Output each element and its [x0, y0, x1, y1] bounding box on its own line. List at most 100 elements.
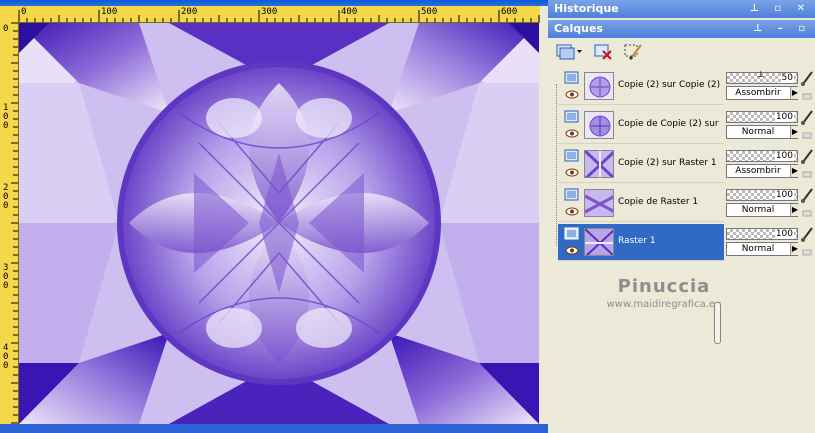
layer-row[interactable]: Copie (2) sur Copie (2) [558, 68, 724, 105]
blend-mode-select[interactable]: Normal [726, 125, 798, 139]
eye-visibility-icon[interactable] [565, 129, 579, 138]
ruler-label: 600 [501, 7, 518, 17]
layer-properties-row: 100 Normal ▶ [726, 185, 815, 223]
lock-icon[interactable] [802, 129, 812, 139]
layer-thumbnail [584, 111, 614, 139]
dropdown-arrow-icon[interactable]: ▶ [790, 126, 799, 138]
layer-name: Copie de Copie (2) sur [618, 119, 719, 129]
blend-mode-select[interactable]: Normal [726, 203, 798, 217]
opacity-slider[interactable]: 100 [726, 228, 798, 240]
layer-type-icon [564, 71, 579, 84]
opacity-value: 100 [774, 151, 794, 161]
eye-visibility-icon[interactable] [565, 168, 579, 177]
layer-properties-row: 100 Normal ▶ [726, 107, 815, 145]
ruler-label: 500 [421, 7, 438, 17]
dropdown-arrow-icon[interactable]: ▶ [790, 165, 799, 177]
opacity-value: 100 [774, 112, 794, 122]
vertical-ruler: 0 1 0 0 2 0 0 3 0 0 4 0 0 [0, 22, 19, 424]
history-panel-header[interactable]: Historique ⊥ ▫ ✕ [548, 0, 815, 18]
horizontal-ruler: 0 100 200 300 400 500 600 [18, 6, 540, 23]
layer-row[interactable]: Copie (2) sur Raster 1 [558, 146, 724, 183]
brush-icon[interactable] [800, 187, 814, 203]
eye-visibility-icon[interactable] [565, 246, 579, 255]
layer-type-icon [564, 227, 579, 240]
opacity-slider[interactable]: 100 [726, 111, 798, 123]
dropdown-arrow-icon[interactable]: ▶ [790, 204, 799, 216]
lock-icon[interactable] [802, 246, 812, 256]
ruler-ticks-top [18, 10, 540, 22]
blend-mode-select[interactable]: Normal [726, 242, 798, 256]
pin-icon[interactable]: ⊥ – ▫ [753, 20, 811, 38]
layer-name: Copie (2) sur Copie (2) [618, 80, 721, 90]
layers-panel-header[interactable]: Calques ⊥ – ▫ [548, 20, 815, 38]
dropdown-arrow-icon[interactable]: ▶ [790, 87, 799, 99]
layers-toolbar [548, 38, 815, 66]
edit-selection-button[interactable] [622, 41, 644, 61]
brush-icon[interactable] [800, 226, 814, 242]
opacity-slider[interactable]: 100 [726, 150, 798, 162]
layer-properties-row: ⊥ 50 Assombrir ▶ [726, 68, 815, 106]
ruler-label: 0 [21, 7, 27, 17]
canvas-status-strip [0, 424, 548, 433]
ruler-label: 400 [341, 7, 358, 17]
edit-selection-icon [624, 44, 642, 60]
blend-mode-value: Normal [741, 127, 775, 137]
brush-icon[interactable] [800, 148, 814, 164]
opacity-value: 100 [774, 190, 794, 200]
lock-icon[interactable] [802, 90, 812, 100]
lock-icon[interactable] [802, 207, 812, 217]
side-panels: Historique ⊥ ▫ ✕ Calques ⊥ – ▫ Copie (2)… [548, 0, 815, 433]
eye-visibility-icon[interactable] [565, 207, 579, 216]
layer-type-icon [564, 110, 579, 123]
opacity-value: 100 [774, 229, 794, 239]
pin-icon[interactable]: ⊥ ▫ ✕ [750, 0, 811, 18]
layers-list: Copie (2) sur Copie (2) Copie de Copie (… [552, 66, 724, 266]
blend-mode-value: Normal [741, 244, 775, 254]
layer-properties-row: 100 Assombrir ▶ [726, 146, 815, 184]
layer-properties: ⊥ 50 Assombrir ▶ 100 Normal ▶ 100 Assomb… [726, 66, 815, 266]
new-layer-button[interactable] [554, 41, 584, 61]
watermark-name: Pinuccia [617, 276, 711, 297]
ruler-label: 3 0 0 [3, 263, 9, 291]
ruler-label: 200 [181, 7, 198, 17]
layer-row[interactable]: Copie de Copie (2) sur [558, 107, 724, 144]
layer-thumbnail [584, 72, 614, 100]
layer-thumbnail [584, 150, 614, 178]
ruler-label: 100 [101, 7, 118, 17]
image-canvas[interactable] [19, 23, 539, 424]
slider-pointer-icon: ⊥ [757, 70, 765, 80]
layer-name: Copie (2) sur Raster 1 [618, 158, 717, 168]
layer-thumbnail [584, 228, 614, 256]
opacity-slider[interactable]: 100 [726, 189, 798, 201]
ruler-label: 1 0 0 [3, 103, 9, 131]
layer-row[interactable]: Copie de Raster 1 [558, 185, 724, 222]
ruler-label: 300 [261, 7, 278, 17]
kaleidoscope-artwork [19, 23, 539, 424]
blend-mode-select[interactable]: Assombrir [726, 86, 798, 100]
blend-mode-value: Assombrir [735, 88, 781, 98]
canvas-window: 0 100 200 300 400 500 600 0 1 0 0 2 0 0 … [0, 0, 548, 433]
delete-layer-button[interactable] [592, 41, 614, 61]
ruler-corner [0, 6, 18, 22]
ruler-label: 0 [3, 24, 9, 34]
brush-icon[interactable] [800, 70, 814, 86]
dropdown-arrow-icon[interactable]: ▶ [790, 243, 799, 255]
delete-layer-icon [594, 44, 612, 60]
layer-type-icon [564, 188, 579, 201]
panel-splitter-handle[interactable] [714, 302, 721, 344]
layers-panel-title: Calques [554, 22, 603, 35]
ruler-label: 4 0 0 [3, 343, 9, 371]
lock-icon[interactable] [802, 168, 812, 178]
canvas-scrollbar[interactable] [540, 6, 548, 424]
eye-visibility-icon[interactable] [565, 90, 579, 99]
opacity-slider[interactable]: ⊥ 50 [726, 70, 798, 84]
layer-type-icon [564, 149, 579, 162]
blend-mode-select[interactable]: Assombrir [726, 164, 798, 178]
layer-row-selected[interactable]: Raster 1 [558, 224, 724, 261]
blend-mode-value: Assombrir [735, 166, 781, 176]
layer-name: Raster 1 [618, 236, 656, 246]
ruler-label: 2 0 0 [3, 183, 9, 211]
opacity-value: 50 [780, 73, 794, 83]
history-panel-title: Historique [554, 2, 619, 15]
brush-icon[interactable] [800, 109, 814, 125]
